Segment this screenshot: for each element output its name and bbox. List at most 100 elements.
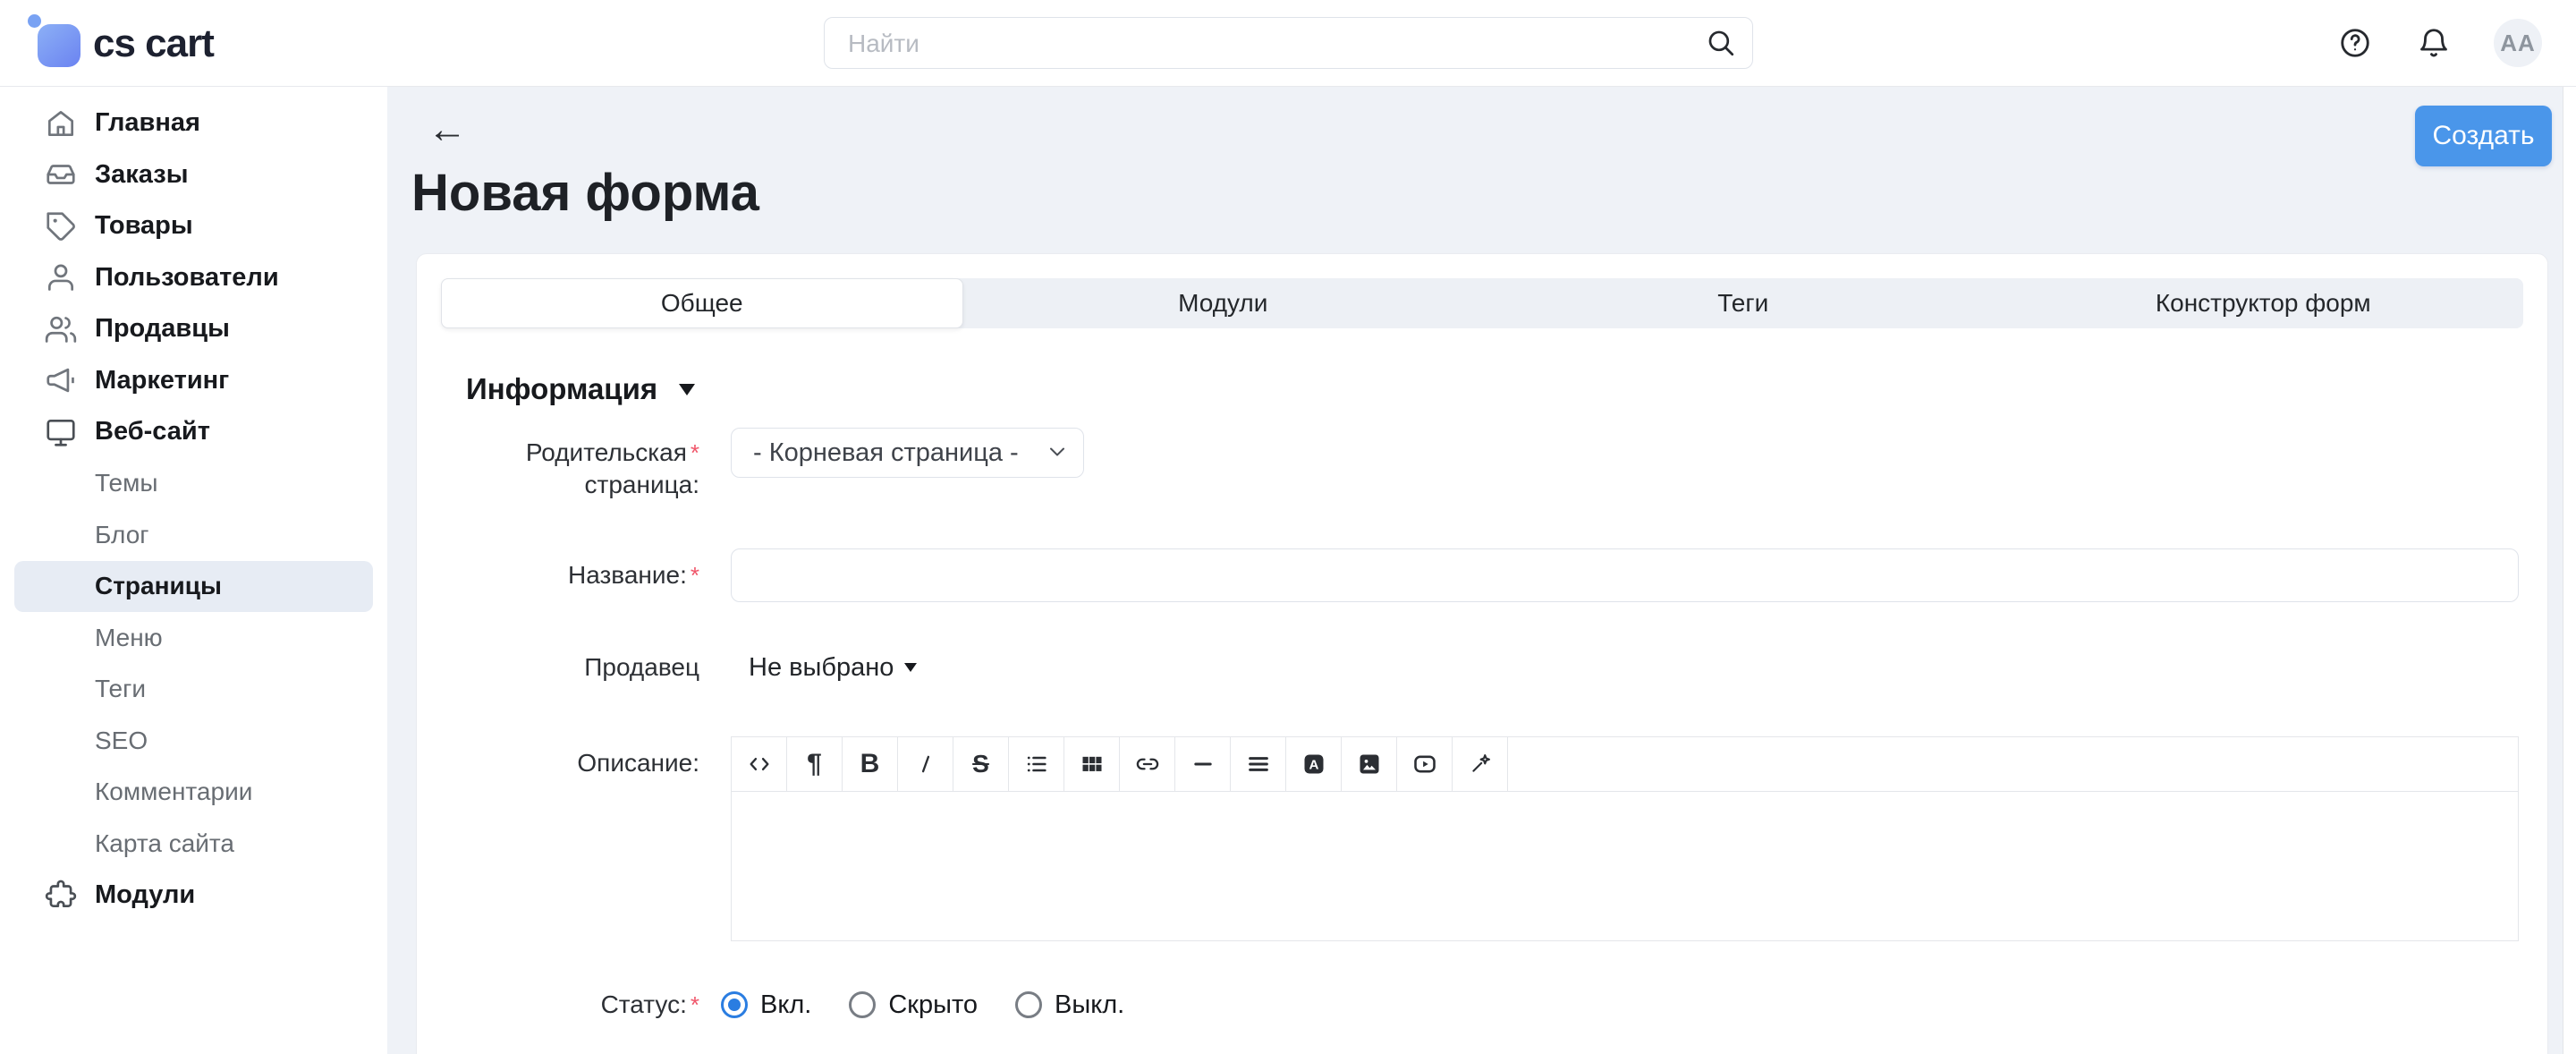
link-button[interactable] bbox=[1120, 737, 1175, 791]
video-icon bbox=[1412, 752, 1437, 777]
status-row: Статус:* Вкл. Скрыто bbox=[441, 990, 2523, 1025]
tab-form-builder[interactable]: Конструктор форм bbox=[2004, 278, 2524, 328]
notifications-icon[interactable] bbox=[2417, 26, 2451, 60]
italic-button[interactable] bbox=[898, 737, 953, 791]
status-option-hidden[interactable]: Скрыто bbox=[849, 990, 978, 1020]
name-label: Название:* bbox=[441, 559, 699, 591]
back-button[interactable]: ← bbox=[428, 106, 474, 153]
global-search bbox=[824, 17, 1753, 69]
section-information-header[interactable]: Информация bbox=[466, 370, 695, 409]
logo-text: cs cart bbox=[93, 21, 214, 67]
user-icon bbox=[43, 259, 79, 295]
radio-icon bbox=[849, 991, 876, 1018]
sidebar: Главная Заказы Товары Пользователи Прода… bbox=[0, 87, 387, 1054]
link-icon bbox=[1135, 752, 1160, 777]
table-button[interactable] bbox=[1064, 737, 1120, 791]
bold-icon: B bbox=[860, 751, 880, 778]
italic-icon bbox=[913, 752, 938, 777]
avatar[interactable]: AA bbox=[2494, 19, 2542, 67]
sidebar-item-label: Продавцы bbox=[95, 314, 230, 344]
video-button[interactable] bbox=[1397, 737, 1453, 791]
parent-page-select[interactable]: - Корневая страница - bbox=[731, 428, 1084, 478]
description-row: Описание: ¶ B S bbox=[441, 736, 2523, 942]
description-editor: ¶ B S bbox=[731, 736, 2519, 941]
sidebar-item-blog[interactable]: Блог bbox=[14, 509, 373, 561]
status-label: Статус:* bbox=[441, 990, 699, 1020]
parent-page-label: Родительская* страница: bbox=[441, 437, 699, 501]
sidebar-item-pages[interactable]: Страницы bbox=[14, 561, 373, 613]
search-icon[interactable] bbox=[1706, 28, 1736, 58]
sidebar-item-label: Заказы bbox=[95, 160, 188, 190]
section-title: Информация bbox=[466, 372, 657, 406]
strikethrough-button[interactable]: S bbox=[953, 737, 1009, 791]
help-icon[interactable] bbox=[2338, 26, 2372, 60]
strikethrough-icon: S bbox=[972, 752, 989, 777]
bold-button[interactable]: B bbox=[843, 737, 898, 791]
horizontal-rule-icon bbox=[1191, 752, 1216, 777]
sidebar-item-label: Маркетинг bbox=[95, 366, 229, 395]
sidebar-item-vendors[interactable]: Продавцы bbox=[14, 303, 373, 355]
sidebar-item-comments[interactable]: Комментарии bbox=[14, 767, 373, 819]
page-title: Новая форма bbox=[411, 162, 759, 225]
sidebar-item-sitemap[interactable]: Карта сайта bbox=[14, 818, 373, 870]
sidebar-item-label: Главная bbox=[95, 108, 200, 138]
code-button[interactable] bbox=[732, 737, 787, 791]
sidebar-item-products[interactable]: Товары bbox=[14, 200, 373, 252]
admin-screen: cs cart AA Главная bbox=[0, 0, 2576, 1054]
scrollbar-track[interactable] bbox=[2563, 87, 2576, 1054]
required-asterisk: * bbox=[691, 991, 699, 1018]
logo-dot-icon bbox=[28, 14, 41, 28]
inbox-icon bbox=[43, 157, 79, 192]
form-card: Общее Модули Теги Конструктор форм Инфор… bbox=[416, 253, 2548, 1054]
search-input[interactable] bbox=[846, 18, 1690, 70]
sidebar-item-label: Пользователи bbox=[95, 263, 279, 293]
users-icon bbox=[43, 311, 79, 347]
paragraph-icon: ¶ bbox=[807, 751, 822, 778]
monitor-icon bbox=[43, 414, 79, 450]
tab-addons[interactable]: Модули bbox=[963, 278, 1484, 328]
editor-toolbar: ¶ B S bbox=[732, 737, 2518, 792]
sidebar-item-tags[interactable]: Теги bbox=[14, 664, 373, 716]
puzzle-icon bbox=[43, 877, 79, 913]
description-textarea[interactable] bbox=[732, 792, 2518, 940]
parent-page-row: Родительская* страница: - Корневая стран… bbox=[441, 428, 2523, 499]
sidebar-item-themes[interactable]: Темы bbox=[14, 458, 373, 510]
chevron-down-icon bbox=[1049, 446, 1065, 457]
sidebar-item-home[interactable]: Главная bbox=[14, 98, 373, 149]
sidebar-item-menu[interactable]: Меню bbox=[14, 612, 373, 664]
name-row: Название:* bbox=[441, 548, 2523, 606]
status-options: Вкл. Скрыто Выкл. bbox=[721, 990, 2523, 1020]
main-content: ← Новая форма Создать Общее Модули Теги … bbox=[387, 87, 2563, 1054]
status-option-disabled[interactable]: Выкл. bbox=[1015, 990, 1124, 1020]
vendor-dropdown[interactable]: Не выбрано bbox=[749, 645, 917, 690]
home-icon bbox=[43, 106, 79, 141]
sidebar-item-users[interactable]: Пользователи bbox=[14, 252, 373, 304]
image-button[interactable] bbox=[1342, 737, 1397, 791]
sidebar-item-orders[interactable]: Заказы bbox=[14, 149, 373, 201]
sidebar-item-addons[interactable]: Модули bbox=[14, 870, 373, 922]
svg-text:A: A bbox=[1309, 758, 1318, 773]
text-style-icon: A bbox=[1301, 752, 1326, 777]
paragraph-button[interactable]: ¶ bbox=[787, 737, 843, 791]
radio-checked-icon bbox=[721, 991, 748, 1018]
text-style-button[interactable]: A bbox=[1286, 737, 1342, 791]
chevron-down-icon bbox=[904, 663, 917, 672]
vendor-label: Продавец bbox=[441, 651, 699, 684]
magic-wand-icon bbox=[1468, 752, 1493, 777]
sidebar-item-website[interactable]: Веб-сайт bbox=[14, 406, 373, 458]
sidebar-item-label: Веб-сайт bbox=[95, 417, 210, 446]
cs-cart-logo[interactable]: cs cart bbox=[28, 11, 242, 75]
horizontal-rule-button[interactable] bbox=[1175, 737, 1231, 791]
align-button[interactable] bbox=[1231, 737, 1286, 791]
tab-tags[interactable]: Теги bbox=[1483, 278, 2004, 328]
sidebar-item-marketing[interactable]: Маркетинг bbox=[14, 355, 373, 407]
bullet-list-button[interactable] bbox=[1009, 737, 1064, 791]
create-button[interactable]: Создать bbox=[2415, 106, 2552, 166]
tab-general[interactable]: Общее bbox=[441, 278, 963, 328]
name-input[interactable] bbox=[731, 548, 2519, 602]
status-option-active[interactable]: Вкл. bbox=[721, 990, 811, 1020]
sidebar-item-seo[interactable]: SEO bbox=[14, 715, 373, 767]
radio-icon bbox=[1015, 991, 1042, 1018]
description-label: Описание: bbox=[441, 747, 699, 779]
magic-wand-button[interactable] bbox=[1453, 737, 1508, 791]
